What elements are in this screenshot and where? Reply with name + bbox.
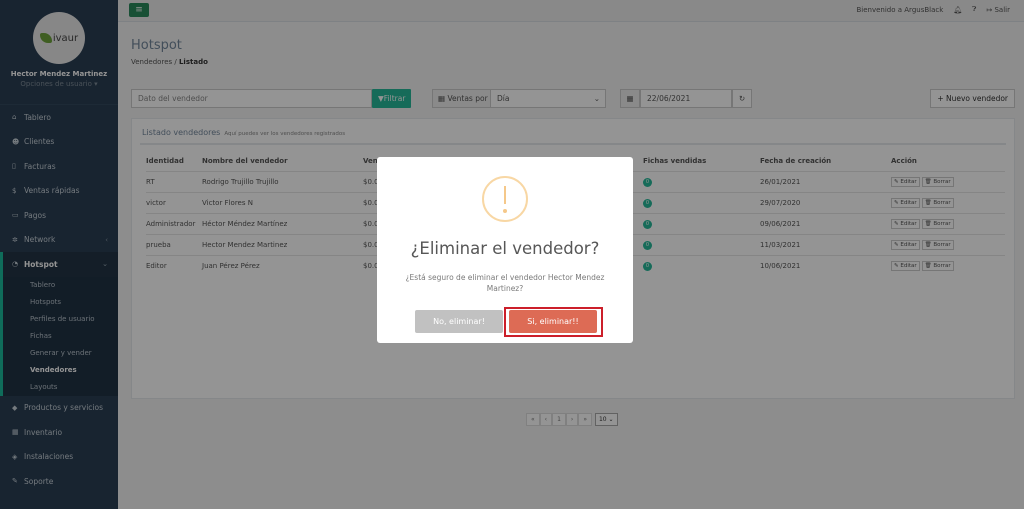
dialog-title: ¿Eliminar el vendedor? xyxy=(410,239,600,258)
warning-icon xyxy=(482,176,528,222)
warning-bar xyxy=(504,186,506,204)
confirm-delete-dialog: ¿Eliminar el vendedor? ¿Está seguro de e… xyxy=(377,157,633,343)
cancel-button[interactable]: No, eliminar! xyxy=(415,310,503,333)
dialog-message: ¿Está seguro de eliminar el vendedor Hec… xyxy=(405,273,605,293)
warning-dot xyxy=(503,209,507,213)
confirm-delete-button[interactable]: Si, eliminar!! xyxy=(509,310,597,333)
